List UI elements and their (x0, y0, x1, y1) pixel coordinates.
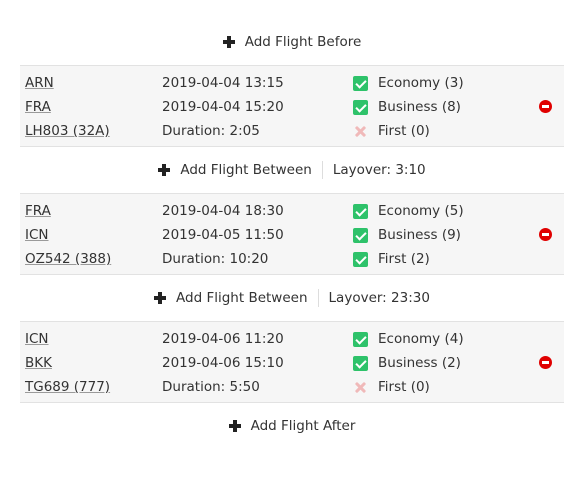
flight-number-link[interactable]: OZ542 (388) (25, 247, 111, 271)
add-flight-before-row: Add Flight Before (20, 19, 564, 65)
cross-icon (353, 124, 368, 139)
add-flight-between-row: Add Flight Between Layover: 23:30 (20, 275, 564, 321)
cabin-label: Business (9) (378, 227, 461, 243)
check-icon (353, 99, 368, 115)
cabin-label: First (0) (378, 379, 430, 395)
cabin-business: Business (2) (353, 351, 461, 375)
cross-icon (353, 380, 368, 395)
arrival-time: 2019-04-06 15:10 (162, 355, 284, 371)
layover-text: Layover: 23:30 (328, 290, 430, 306)
departure-time: 2019-04-04 13:15 (162, 75, 284, 91)
flight-duration: Duration: 10:20 (162, 251, 269, 267)
cabin-label: Business (8) (378, 99, 461, 115)
plus-icon (228, 420, 241, 432)
add-flight-between-button[interactable]: Add Flight Between (154, 290, 308, 306)
departure-time: 2019-04-04 18:30 (162, 203, 284, 219)
cabin-business: Business (9) (353, 223, 461, 247)
flight-duration: Duration: 5:50 (162, 379, 260, 395)
divider (317, 289, 319, 307)
add-flight-after-button[interactable]: Add Flight After (228, 418, 356, 434)
check-icon (353, 331, 368, 347)
cabin-label: Economy (5) (378, 203, 464, 219)
cabin-economy: Economy (3) (353, 71, 464, 95)
itinerary-editor: Add Flight Before ARN FRA LH803 (32A) 20… (20, 0, 564, 449)
departure-airport-link[interactable]: FRA (25, 199, 51, 223)
remove-flight-icon[interactable] (539, 100, 552, 113)
plus-icon (158, 164, 171, 176)
arrival-time: 2019-04-05 11:50 (162, 227, 284, 243)
flight-duration: Duration: 2:05 (162, 123, 260, 139)
add-flight-between-button[interactable]: Add Flight Between (158, 162, 312, 178)
check-icon (353, 203, 368, 219)
add-flight-between-label: Add Flight Between (176, 290, 308, 306)
remove-flight-icon[interactable] (539, 228, 552, 241)
cabin-first: First (2) (353, 247, 430, 271)
cabin-economy: Economy (5) (353, 199, 464, 223)
cabin-label: Economy (4) (378, 331, 464, 347)
arrival-airport-link[interactable]: FRA (25, 95, 51, 119)
add-flight-after-row: Add Flight After (20, 403, 564, 449)
add-flight-before-button[interactable]: Add Flight Before (222, 34, 362, 50)
cabin-first: First (0) (353, 119, 430, 143)
flight-segment: ARN FRA LH803 (32A) 2019-04-04 13:15 201… (20, 65, 564, 147)
check-icon (353, 251, 368, 267)
flight-number-link[interactable]: TG689 (777) (25, 375, 110, 399)
cabin-economy: Economy (4) (353, 327, 464, 351)
cabin-business: Business (8) (353, 95, 461, 119)
cabin-label: First (2) (378, 251, 430, 267)
arrival-airport-link[interactable]: ICN (25, 223, 49, 247)
arrival-time: 2019-04-04 15:20 (162, 99, 284, 115)
check-icon (353, 75, 368, 91)
add-flight-between-row: Add Flight Between Layover: 3:10 (20, 147, 564, 193)
departure-time: 2019-04-06 11:20 (162, 331, 284, 347)
departure-airport-link[interactable]: ICN (25, 327, 49, 351)
arrival-airport-link[interactable]: BKK (25, 351, 52, 375)
flight-segment: ICN BKK TG689 (777) 2019-04-06 11:20 201… (20, 321, 564, 403)
remove-flight-icon[interactable] (539, 356, 552, 369)
flight-segment: FRA ICN OZ542 (388) 2019-04-04 18:30 201… (20, 193, 564, 275)
flight-number-link[interactable]: LH803 (32A) (25, 119, 110, 143)
plus-icon (154, 292, 167, 304)
add-flight-between-label: Add Flight Between (180, 162, 312, 178)
cabin-label: First (0) (378, 123, 430, 139)
divider (321, 161, 323, 179)
cabin-label: Business (2) (378, 355, 461, 371)
check-icon (353, 355, 368, 371)
add-flight-after-label: Add Flight After (250, 418, 356, 434)
plus-icon (222, 36, 235, 48)
check-icon (353, 227, 368, 243)
cabin-first: First (0) (353, 375, 430, 399)
add-flight-before-label: Add Flight Before (244, 34, 362, 50)
layover-text: Layover: 3:10 (332, 162, 426, 178)
cabin-label: Economy (3) (378, 75, 464, 91)
departure-airport-link[interactable]: ARN (25, 71, 54, 95)
